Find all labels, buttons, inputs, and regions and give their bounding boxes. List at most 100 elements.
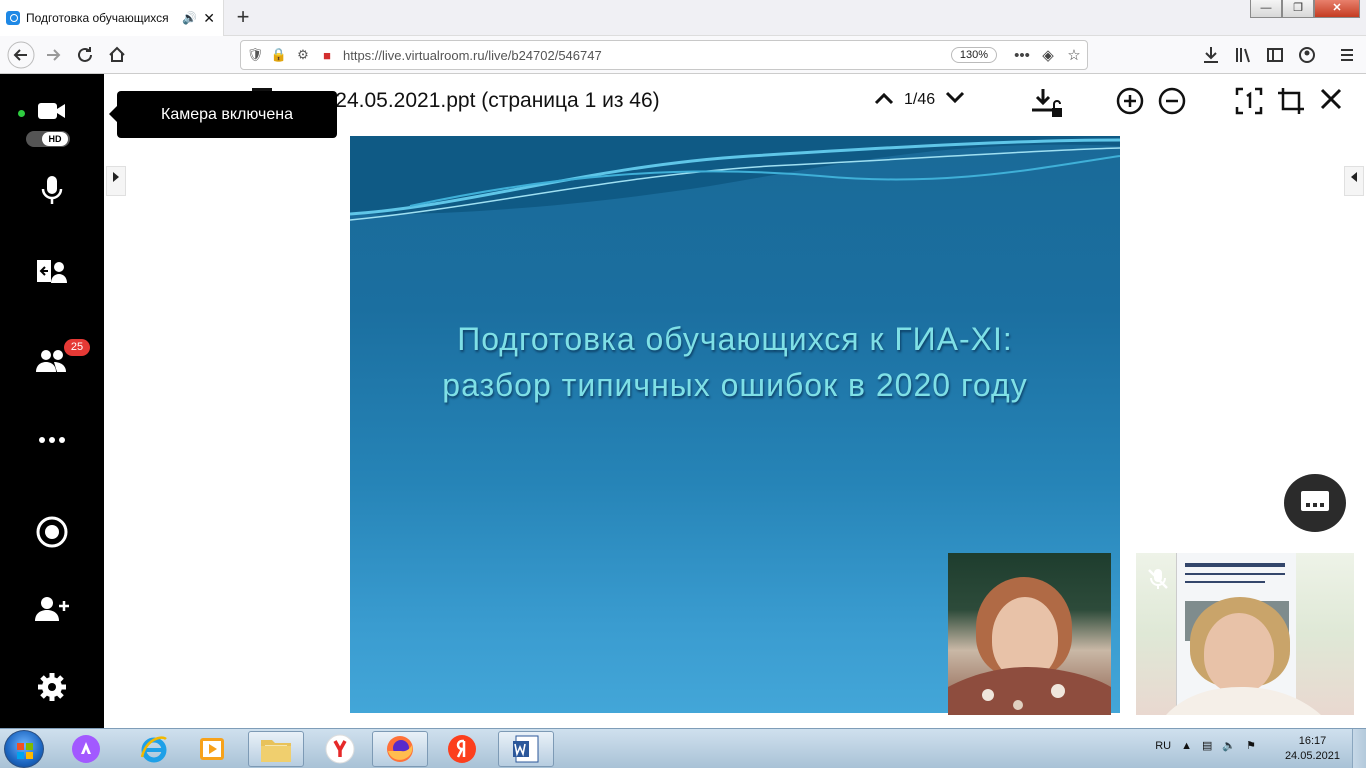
library-icon (1236, 48, 1250, 63)
layout-toggle-button[interactable] (1284, 474, 1346, 532)
share-user-icon (37, 260, 67, 283)
forward-arrow-icon (47, 49, 61, 61)
zoom-in-button[interactable] (1113, 86, 1147, 120)
layout-icon (1301, 491, 1329, 511)
window-close-button[interactable]: ✕ (1314, 0, 1360, 18)
account-icon (1299, 47, 1315, 63)
account-button[interactable] (1292, 40, 1322, 70)
menu-button[interactable] (1332, 40, 1362, 70)
prev-page-button[interactable] (864, 88, 904, 111)
folder-icon (261, 740, 291, 762)
tray-expand-icon[interactable]: ▲ (1181, 740, 1192, 752)
muted-microphone-icon (1146, 567, 1170, 591)
actual-size-icon (1235, 87, 1263, 115)
new-tab-button[interactable]: + (230, 4, 256, 30)
zoom-out-button[interactable] (1155, 86, 1189, 120)
more-options-button[interactable] (0, 432, 104, 450)
volume-icon[interactable]: 🔈 (1222, 739, 1236, 752)
permissions-icon[interactable]: ⚙ (293, 47, 313, 63)
sidebar-toggle-button[interactable] (1260, 40, 1290, 70)
fit-screen-button[interactable] (1274, 86, 1308, 120)
minimize-button[interactable]: — (1250, 0, 1282, 18)
start-button[interactable] (4, 730, 44, 768)
browser-tab[interactable]: Подготовка обучающихся 🔊 ✕ (0, 0, 224, 36)
page-actions-icon[interactable]: ••• (1009, 47, 1035, 64)
home-button[interactable] (102, 40, 132, 70)
download-icon (1204, 47, 1218, 63)
yandex-browser-icon (325, 734, 355, 764)
maximize-button[interactable]: ❐ (1282, 0, 1314, 18)
slide-title-line-2: разбор типичных ошибок в 2020 году (442, 367, 1028, 403)
language-indicator[interactable]: RU (1155, 740, 1171, 752)
alice-assistant-icon (72, 735, 100, 763)
media-player-icon (200, 738, 224, 760)
tab-title: Подготовка обучающихся (26, 11, 169, 25)
page-indicator: 1/46 (904, 90, 936, 108)
forward-button[interactable] (38, 40, 68, 70)
expand-left-panel-button[interactable] (106, 166, 126, 196)
close-presentation-button[interactable] (1314, 86, 1348, 120)
invite-user-button[interactable] (0, 595, 104, 628)
page-navigator: 1/46 (864, 88, 975, 111)
network-icon[interactable]: ▤ (1202, 739, 1212, 752)
expand-right-panel-button[interactable] (1344, 166, 1364, 196)
participant-2-body (1166, 687, 1321, 715)
back-button[interactable] (6, 40, 36, 70)
taskbar-media-player-app[interactable] (184, 731, 240, 767)
audio-playing-icon[interactable]: 🔊 (182, 11, 197, 25)
hd-toggle[interactable]: HD (26, 131, 70, 147)
browser-tab-strip: Подготовка обучающихся 🔊 ✕ + — ❐ ✕ (0, 0, 1366, 36)
participant-video-2[interactable] (1136, 553, 1354, 715)
download-file-button[interactable] (1030, 86, 1064, 120)
windows-logo-icon (17, 743, 33, 759)
taskbar-clock[interactable]: 16:17 24.05.2021 (1285, 734, 1340, 764)
taskbar-yandex-app[interactable] (434, 731, 490, 767)
sidebar-icon (1267, 48, 1283, 62)
reload-icon (78, 47, 92, 62)
record-icon (36, 516, 68, 548)
system-tray: RU ▲ ▤ 🔈 ⚑ (1155, 739, 1256, 753)
library-button[interactable] (1228, 40, 1258, 70)
bookmark-star-icon[interactable]: ☆ (1061, 46, 1087, 64)
shield-icon[interactable]: 🛡 (245, 47, 265, 63)
action-center-icon[interactable]: ⚑ (1246, 739, 1256, 752)
chevron-down-icon (946, 91, 965, 104)
taskbar-word-app[interactable] (498, 731, 554, 767)
gear-icon (38, 673, 66, 701)
settings-button[interactable] (0, 671, 104, 708)
show-desktop-button[interactable] (1352, 729, 1366, 768)
add-user-icon (35, 597, 69, 621)
downloads-button[interactable] (1196, 40, 1226, 70)
tab-close-icon[interactable]: ✕ (201, 10, 217, 27)
record-button[interactable] (0, 515, 104, 554)
zoom-level-button[interactable]: 130% (950, 47, 997, 63)
zoom-out-icon (1158, 87, 1186, 115)
taskbar-ie-app[interactable] (126, 731, 182, 767)
actual-size-button[interactable] (1232, 86, 1266, 120)
screen-share-button[interactable] (0, 257, 104, 290)
camera-in-use-icon[interactable]: ■ (317, 48, 337, 63)
participant-video-1[interactable] (948, 553, 1111, 715)
reload-button[interactable] (70, 40, 100, 70)
close-icon (1320, 88, 1342, 110)
lock-icon[interactable]: 🔒 (269, 47, 289, 63)
address-bar[interactable]: 🛡 🔒 ⚙ ■ https://live.virtualroom.ru/live… (240, 40, 1088, 70)
chevron-up-icon (874, 92, 894, 105)
pocket-icon[interactable]: ◈ (1035, 46, 1061, 64)
taskbar-yandex-browser-app[interactable] (312, 731, 368, 767)
virtualroom-favicon-icon (6, 11, 20, 25)
taskbar-firefox-app[interactable] (372, 731, 428, 767)
participants-count-badge: 25 (64, 339, 90, 356)
camera-button[interactable] (0, 100, 104, 127)
screen: Подготовка обучающихся 🔊 ✕ + — ❐ ✕ 🛡 🔒 ⚙ (0, 0, 1366, 768)
taskbar-alice-app[interactable] (58, 731, 114, 767)
next-page-button[interactable] (935, 88, 975, 111)
firefox-icon (387, 736, 413, 762)
microphone-button[interactable] (0, 174, 104, 213)
window-controls: — ❐ ✕ (1250, 0, 1360, 18)
hamburger-icon (1341, 49, 1353, 61)
taskbar-explorer-app[interactable] (248, 731, 304, 767)
slide-title-line-1: Подготовка обучающихся к ГИА-XI: (457, 321, 1013, 357)
caret-right-icon (113, 172, 119, 182)
caret-left-icon (1351, 172, 1357, 182)
